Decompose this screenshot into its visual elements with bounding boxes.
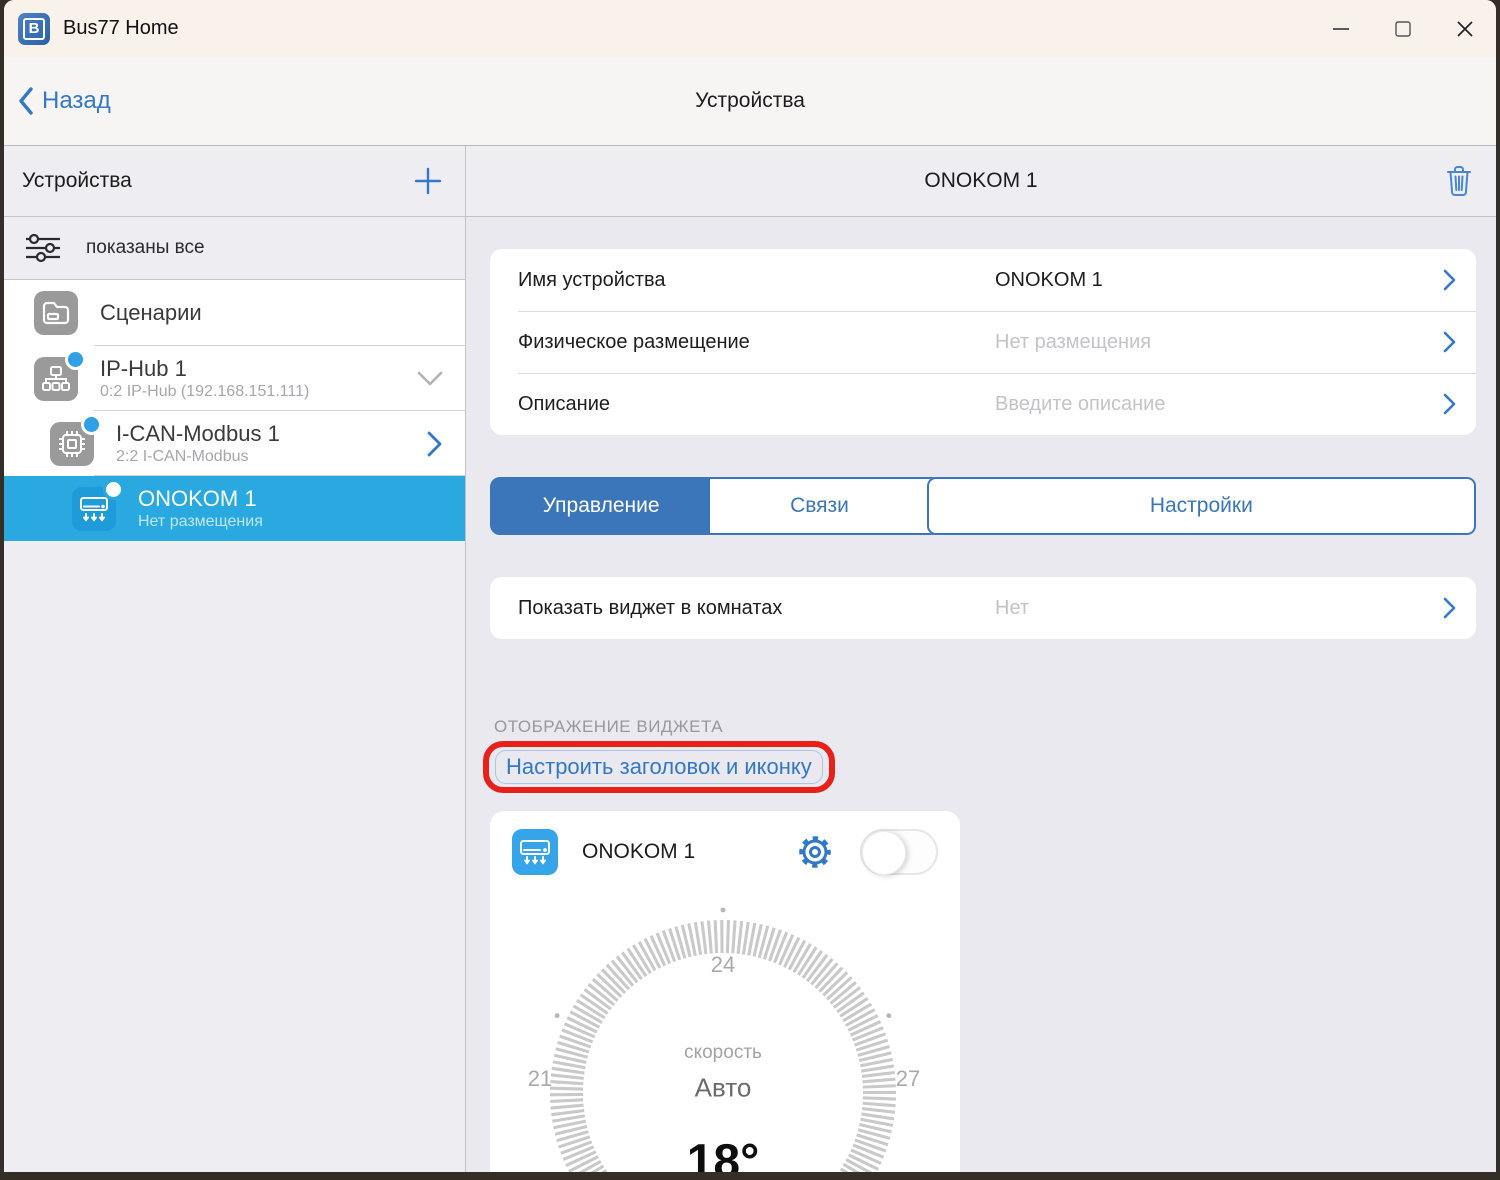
field-label: Имя устройства xyxy=(518,269,666,292)
field-row-location[interactable]: Физическое размещение Нет размещения xyxy=(490,311,1476,373)
widget-title: ONOKOM 1 xyxy=(582,840,796,864)
chevron-right-icon xyxy=(1443,393,1456,415)
device-fields-card: Имя устройства ONOKOM 1 Физическое разме… xyxy=(490,249,1476,435)
field-label: Показать виджет в комнатах xyxy=(518,597,782,620)
dial-ticks xyxy=(490,881,960,1172)
chevron-down-icon xyxy=(417,371,443,387)
maximize-button[interactable] xyxy=(1372,0,1434,57)
device-detail-panel: ONOKOM 1 Имя устройства ONOKOM 1 xyxy=(466,146,1496,1172)
sidebar-item-ip-hub[interactable]: IP-Hub 1 0:2 IP-Hub (192.168.151.111) xyxy=(4,346,465,411)
page-title: Устройства xyxy=(695,89,805,113)
configure-title-icon-link[interactable]: Настроить заголовок и иконку xyxy=(506,754,812,779)
chevron-right-icon xyxy=(1443,597,1456,619)
chevron-right-icon xyxy=(427,431,443,457)
status-badge xyxy=(84,417,99,432)
tab-links[interactable]: Связи xyxy=(710,479,928,533)
device-sidebar: Устройства показаны все xyxy=(4,146,466,1172)
desktop: B Bus77 Home Назад Устройства Устройства xyxy=(0,0,1500,1180)
ac-unit-icon xyxy=(512,829,558,875)
widget-preview-card: ONOKOM 1 24 xyxy=(490,811,960,1172)
status-badge xyxy=(68,352,83,367)
sidebar-title: Устройства xyxy=(22,169,132,193)
plus-icon xyxy=(414,167,442,195)
dial-label-21: 21 xyxy=(528,1066,552,1092)
item-subtitle: 2:2 I-CAN-Modbus xyxy=(116,448,280,466)
back-chevron-icon xyxy=(18,87,34,115)
close-icon xyxy=(1456,20,1474,38)
field-row-description[interactable]: Описание Введите описание xyxy=(490,373,1476,435)
main-split: Устройства показаны все xyxy=(4,146,1496,1172)
field-row-name[interactable]: Имя устройства ONOKOM 1 xyxy=(490,249,1476,311)
window-controls xyxy=(1310,0,1496,57)
widget-room-row[interactable]: Показать виджет в комнатах Нет xyxy=(490,577,1476,639)
item-subtitle: 0:2 IP-Hub (192.168.151.111) xyxy=(100,383,309,401)
temperature-dial[interactable]: 24 21 27 18 30 скорость Авто 18° 0.0° xyxy=(490,881,960,1172)
folder-icon xyxy=(34,291,78,335)
item-subtitle: Нет размещения xyxy=(138,513,263,531)
minimize-button[interactable] xyxy=(1310,0,1372,57)
field-placeholder: Нет размещения xyxy=(995,331,1151,354)
app-window: B Bus77 Home Назад Устройства Устройства xyxy=(4,0,1496,1172)
sidebar-item-ican-modbus[interactable]: I-CAN-Modbus 1 2:2 I-CAN-Modbus xyxy=(4,411,465,476)
section-label: ОТОБРАЖЕНИЕ ВИДЖЕТА xyxy=(494,717,723,737)
toggle-knob xyxy=(862,831,906,875)
tab-control[interactable]: Управление xyxy=(492,479,710,533)
dial-label-24: 24 xyxy=(711,952,735,978)
dial-label-27: 27 xyxy=(896,1066,920,1092)
sliders-icon xyxy=(24,233,62,263)
tab-bar: Управление Связи Настройки xyxy=(490,477,1476,535)
tab-settings[interactable]: Настройки xyxy=(927,477,1476,535)
widget-settings-button[interactable] xyxy=(796,833,834,871)
add-device-button[interactable] xyxy=(411,164,445,198)
network-icon xyxy=(34,357,78,401)
filter-row[interactable]: показаны все xyxy=(4,217,465,280)
speed-value: Авто xyxy=(695,1073,752,1104)
item-title: I-CAN-Modbus 1 xyxy=(116,421,280,446)
nav-bar: Назад Устройства xyxy=(4,57,1496,146)
maximize-icon xyxy=(1394,20,1412,38)
chevron-right-icon xyxy=(1443,331,1456,353)
trash-icon[interactable] xyxy=(1446,165,1472,197)
field-label: Физическое размещение xyxy=(518,331,750,354)
filter-label: показаны все xyxy=(86,237,205,259)
item-title: ONOKOM 1 xyxy=(138,486,263,511)
set-temperature: 18° xyxy=(687,1135,760,1173)
sidebar-header: Устройства xyxy=(4,146,465,217)
gear-icon xyxy=(796,833,834,871)
app-logo-icon: B xyxy=(18,13,50,45)
minimize-icon xyxy=(1332,20,1350,38)
item-title: Сценарии xyxy=(100,300,202,325)
field-value: ONOKOM 1 xyxy=(995,269,1103,292)
chevron-right-icon xyxy=(1443,269,1456,291)
title-bar: B Bus77 Home xyxy=(4,0,1496,57)
item-title: IP-Hub 1 xyxy=(100,356,309,381)
widget-header: ONOKOM 1 xyxy=(490,811,960,875)
detail-body: Имя устройства ONOKOM 1 Физическое разме… xyxy=(466,217,1496,1172)
back-label: Назад xyxy=(42,87,111,115)
speed-label: скорость xyxy=(684,1042,762,1064)
annotation-highlight: Настроить заголовок и иконку xyxy=(483,741,835,793)
detail-header: ONOKOM 1 xyxy=(466,146,1496,217)
window-title: Bus77 Home xyxy=(63,17,179,40)
sidebar-item-onokom[interactable]: ONOKOM 1 Нет размещения xyxy=(4,476,465,541)
close-button[interactable] xyxy=(1434,0,1496,57)
status-badge xyxy=(106,482,121,497)
detail-title: ONOKOM 1 xyxy=(924,169,1037,193)
chip-icon xyxy=(50,422,94,466)
ac-unit-icon xyxy=(72,487,116,531)
field-value: Нет xyxy=(995,597,1029,620)
back-button[interactable]: Назад xyxy=(18,87,111,115)
sidebar-item-scenarios[interactable]: Сценарии xyxy=(4,280,465,346)
widget-room-card: Показать виджет в комнатах Нет xyxy=(490,577,1476,639)
field-placeholder: Введите описание xyxy=(995,393,1165,416)
widget-power-toggle[interactable] xyxy=(860,829,938,875)
field-label: Описание xyxy=(518,393,610,416)
